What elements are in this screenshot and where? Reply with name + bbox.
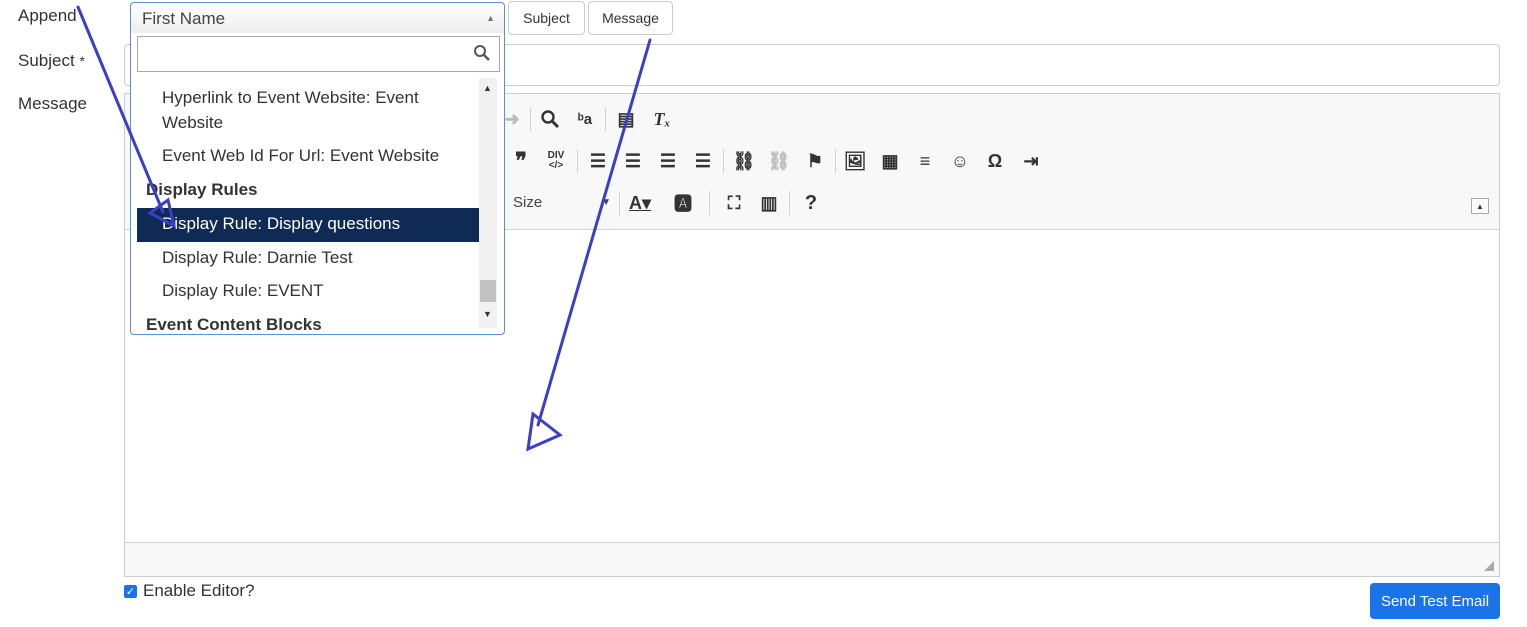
annotation-arrowhead xyxy=(526,411,563,452)
annotation-arrow-line xyxy=(536,38,652,427)
annotation-arrow-line xyxy=(76,5,165,214)
annotation-arrows xyxy=(76,5,652,452)
